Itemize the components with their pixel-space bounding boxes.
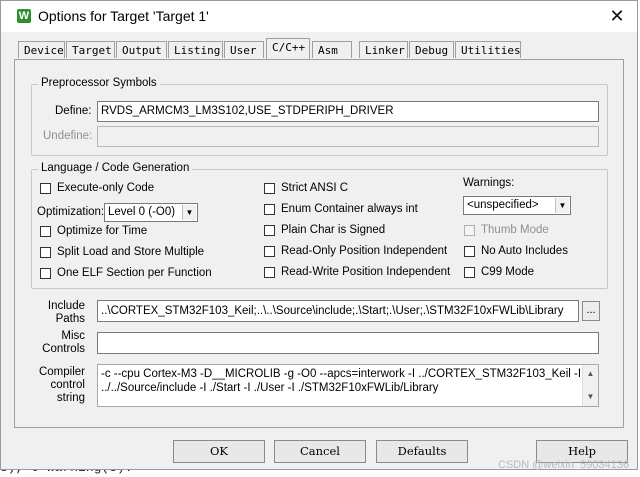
chevron-down-icon: ▼ [555, 198, 569, 213]
options-dialog: W Options for Target 'Target 1' ✕ Device… [0, 0, 638, 470]
enum-container-checkbox[interactable] [264, 204, 275, 215]
warnings-select[interactable]: <unspecified> ▼ [463, 196, 571, 215]
tab-target[interactable]: Target [66, 41, 115, 58]
one-elf-checkbox[interactable] [40, 268, 51, 279]
window-title: Options for Target 'Target 1' [38, 8, 209, 24]
tab-listing[interactable]: Listing [168, 41, 223, 58]
tab-user[interactable]: User [224, 41, 264, 58]
plain-char-checkbox[interactable] [264, 225, 275, 236]
split-load-label: Split Load and Store Multiple [57, 246, 205, 258]
optimization-select[interactable]: Level 0 (-O0) ▼ [104, 203, 198, 222]
misc-controls-input[interactable] [97, 332, 599, 354]
ro-position-label: Read-Only Position Independent [281, 245, 448, 257]
enum-container-label: Enum Container always int [281, 203, 418, 215]
strict-ansi-label: Strict ANSI C [281, 182, 349, 194]
tab-cc[interactable]: C/C++ [266, 38, 310, 59]
title-bar: W Options for Target 'Target 1' ✕ [1, 1, 637, 32]
compiler-control-scrollbar[interactable]: ▲ ▼ [582, 365, 598, 406]
tab-asm[interactable]: Asm [312, 41, 352, 58]
tab-output[interactable]: Output [116, 41, 167, 58]
language-group: Language / Code Generation Execute-only … [31, 162, 608, 289]
preprocessor-group-title: Preprocessor Symbols [38, 77, 160, 89]
chevron-down-icon: ▼ [182, 205, 196, 220]
define-input[interactable]: RVDS_ARMCM3_LM3S102,USE_STDPERIPH_DRIVER [97, 101, 599, 122]
tab-utilities[interactable]: Utilities [455, 41, 521, 58]
ok-button[interactable]: OK [173, 440, 265, 463]
c99-mode-checkbox[interactable] [464, 267, 475, 278]
tab-linker[interactable]: Linker [359, 41, 408, 58]
undefine-input [97, 126, 599, 147]
execute-only-checkbox[interactable] [40, 183, 51, 194]
no-auto-includes-label: No Auto Includes [481, 245, 568, 257]
strict-ansi-checkbox[interactable] [264, 183, 275, 194]
include-paths-label-1: Include [47, 300, 85, 312]
misc-controls-label-1: Misc [61, 330, 85, 342]
optimize-time-checkbox[interactable] [40, 226, 51, 237]
compiler-control-label-3: string [56, 392, 85, 404]
close-icon[interactable]: ✕ [605, 6, 629, 28]
thumb-mode-label: Thumb Mode [481, 224, 549, 236]
split-load-checkbox[interactable] [40, 247, 51, 258]
scroll-up-icon[interactable]: ▲ [583, 367, 598, 381]
language-group-title: Language / Code Generation [38, 162, 193, 174]
misc-controls-label-2: Controls [42, 343, 85, 355]
warnings-value: <unspecified> [467, 199, 539, 211]
one-elf-label: One ELF Section per Function [57, 267, 212, 279]
ro-position-checkbox[interactable] [264, 246, 275, 257]
compiler-control-label-1: Compiler [38, 366, 85, 378]
rw-position-label: Read-Write Position Independent [281, 266, 451, 278]
preprocessor-group: Preprocessor Symbols Define: RVDS_ARMCM3… [31, 77, 608, 156]
optimization-label: Optimization: [37, 206, 105, 218]
execute-only-label: Execute-only Code [57, 182, 155, 194]
optimization-value: Level 0 (-O0) [108, 206, 176, 218]
keil-app-icon: W [17, 9, 31, 23]
no-auto-includes-checkbox[interactable] [464, 246, 475, 257]
scroll-down-icon[interactable]: ▼ [583, 390, 598, 404]
defaults-button[interactable]: Defaults [376, 440, 468, 463]
tab-debug[interactable]: Debug [409, 41, 454, 58]
plain-char-label: Plain Char is Signed [281, 224, 386, 236]
include-paths-label-2: Paths [55, 313, 85, 325]
compiler-control-line-1: -c --cpu Cortex-M3 -D__MICROLIB -g -O0 -… [101, 368, 581, 380]
cc-tab-panel: Preprocessor Symbols Define: RVDS_ARMCM3… [14, 59, 624, 428]
include-paths-input[interactable]: ..\CORTEX_STM32F103_Keil;..\..\Source\in… [97, 300, 579, 322]
undefine-label: Undefine: [43, 130, 93, 142]
compiler-control-textarea[interactable]: -c --cpu Cortex-M3 -D__MICROLIB -g -O0 -… [97, 364, 599, 407]
tab-device[interactable]: Device [18, 41, 65, 58]
compiler-control-label-2: control [50, 379, 85, 391]
c99-mode-label: C99 Mode [481, 266, 535, 278]
warnings-label: Warnings: [463, 177, 515, 189]
cancel-button[interactable]: Cancel [274, 440, 366, 463]
rw-position-checkbox[interactable] [264, 267, 275, 278]
optimize-time-label: Optimize for Time [57, 225, 148, 237]
thumb-mode-checkbox [464, 225, 475, 236]
include-paths-browse-button[interactable]: ... [582, 301, 600, 321]
define-label: Define: [55, 105, 92, 117]
csdn-watermark: CSDN @weixin_59034136 [498, 459, 630, 471]
compiler-control-line-2: ../../Source/include -I ./Start -I ./Use… [101, 382, 439, 394]
